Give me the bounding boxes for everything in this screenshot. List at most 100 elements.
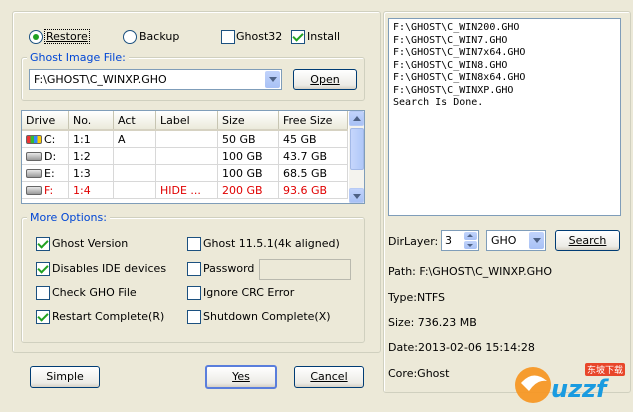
col-free-size[interactable]: Free Size [278,111,348,131]
restore-radio[interactable] [29,30,43,44]
check-gho-checkbox[interactable] [36,286,50,300]
hard-drive-icon [26,169,42,178]
cell-no-text: 1:3 [73,166,91,180]
cell-free: 43.7 GB [278,147,348,165]
cell-no-text: 1:1 [73,132,91,146]
search-button[interactable]: Search [555,230,620,251]
cell-no: 1:1 [68,130,114,148]
cell-free: 93.6 GB [278,181,348,199]
watermark-text: uzzf [551,375,607,403]
cell-free: 68.5 GB [278,164,348,182]
drive-table: Drive No. Act Label Size Free Size C: 1:1… [22,111,348,199]
log-line: F:\GHOST\C_WIN8x64.GHO [393,72,526,83]
hard-drive-icon [26,186,42,195]
install-checkbox[interactable] [291,30,305,44]
ghost-version-label[interactable]: Ghost Version [52,237,128,250]
log-line: F:\GHOST\C_WIN7.GHO [393,34,508,46]
drive-list[interactable]: Drive No. Act Label Size Free Size C: 1:1… [21,110,365,204]
cell-no: 1:2 [68,147,114,165]
check-gho-label[interactable]: Check GHO File [52,286,137,299]
ghost32-checkbox[interactable] [221,30,235,44]
backup-radio[interactable] [123,30,137,44]
ghost32-label[interactable]: Ghost32 [236,30,282,43]
path-info: Path: F:\GHOST\C_WINXP.GHO [388,265,553,278]
watermark-subtext: 东坡下载 [585,363,626,376]
cell-free: 45 GB [278,130,348,148]
cell-drive-text: D: [44,149,57,163]
more-options-group [21,217,365,343]
cell-drive-text: E: [44,166,55,180]
install-label[interactable]: Install [307,30,340,43]
log-line: F:\GHOST\C_WIN7x64.GHO [393,47,526,58]
password-label[interactable]: Password [203,262,254,275]
ignore-crc-label[interactable]: Ignore CRC Error [203,286,294,299]
chevron-down-icon[interactable] [529,232,544,249]
yes-button[interactable]: Yes [205,365,277,389]
log-line: Search Is Done. [393,97,484,108]
image-file-combo[interactable]: F:\GHOST\C_WINXP.GHO [29,69,282,90]
type-info: Type:NTFS [388,291,446,304]
backup-label[interactable]: Backup [139,30,179,43]
ghost-version-checkbox[interactable] [36,237,50,251]
system-drive-icon [26,135,42,144]
dirlayer-spinner[interactable]: 3 [441,230,479,251]
col-act[interactable]: Act [113,111,156,131]
col-size[interactable]: Size [217,111,279,131]
search-button-label: Search [568,234,607,247]
cell-label [155,130,218,148]
col-no[interactable]: No. [68,111,114,131]
password-checkbox[interactable] [187,262,201,276]
chevron-down-icon[interactable] [265,71,280,88]
cell-act [113,147,156,165]
table-row[interactable]: D: 1:2 100 GB 43.7 GB [22,147,348,165]
hard-drive-icon [26,152,42,161]
size-info: Size: 736.23 MB [388,316,477,329]
cell-label-text: HIDE ... [160,183,201,197]
cell-act [113,181,156,199]
cell-size: 100 GB [217,164,279,182]
table-row[interactable]: F: 1:4 HIDE ... 200 GB 93.6 GB [22,181,348,199]
cell-label [155,164,218,182]
cell-size-text: 200 GB [222,183,263,197]
shutdown-complete-label[interactable]: Shutdown Complete(X) [203,310,331,323]
log-line: F:\GHOST\C_WIN200.GHO [393,22,520,33]
cell-size: 50 GB [217,130,279,148]
search-log[interactable]: F:\GHOST\C_WIN200.GHO F:\GHOST\C_WIN7.GHO… [388,18,621,216]
table-row[interactable]: C: 1:1 A 50 GB 45 GB [22,130,348,148]
disable-ide-label[interactable]: Disables IDE devices [52,262,166,275]
scroll-thumb[interactable] [350,128,364,170]
scroll-up-icon[interactable] [349,111,364,126]
cell-size: 100 GB [217,147,279,165]
date-info: Date:2013-02-06 15:14:28 [388,341,535,354]
spinner-arrows-icon[interactable] [464,232,477,249]
cell-drive-text: F: [44,183,54,197]
scroll-down-icon[interactable] [349,188,364,203]
cell-no-text: 1:2 [73,149,91,163]
drive-list-scrollbar[interactable] [349,111,364,203]
log-lines: F:\GHOST\C_WIN200.GHO F:\GHOST\C_WIN7.GHO… [393,22,616,110]
disable-ide-checkbox[interactable] [36,262,50,276]
extension-value: GHO [491,234,517,247]
restart-complete-label[interactable]: Restart Complete(R) [52,310,164,323]
cell-label: HIDE ... [155,181,218,199]
cancel-button[interactable]: Cancel [294,366,364,388]
shutdown-complete-checkbox[interactable] [187,310,201,324]
restore-label[interactable]: Restore [44,29,90,44]
ghost-1151-checkbox[interactable] [187,237,201,251]
cell-drive: C: [22,130,69,148]
extension-combo[interactable]: GHO [486,230,546,251]
ghost-1151-label[interactable]: Ghost 11.5.1(4k aligned) [203,237,340,250]
cell-act-text: A [118,132,126,146]
ignore-crc-checkbox[interactable] [187,286,201,300]
col-drive[interactable]: Drive [22,111,69,131]
cell-drive: F: [22,181,69,199]
password-field[interactable] [259,259,351,280]
cell-free-text: 68.5 GB [283,166,328,180]
simple-button[interactable]: Simple [30,366,100,388]
restart-complete-checkbox[interactable] [36,310,50,324]
open-button-label: Open [310,73,340,86]
open-button[interactable]: Open [293,69,357,90]
table-row[interactable]: E: 1:3 100 GB 68.5 GB [22,164,348,182]
col-label[interactable]: Label [155,111,218,131]
cell-drive: D: [22,147,69,165]
